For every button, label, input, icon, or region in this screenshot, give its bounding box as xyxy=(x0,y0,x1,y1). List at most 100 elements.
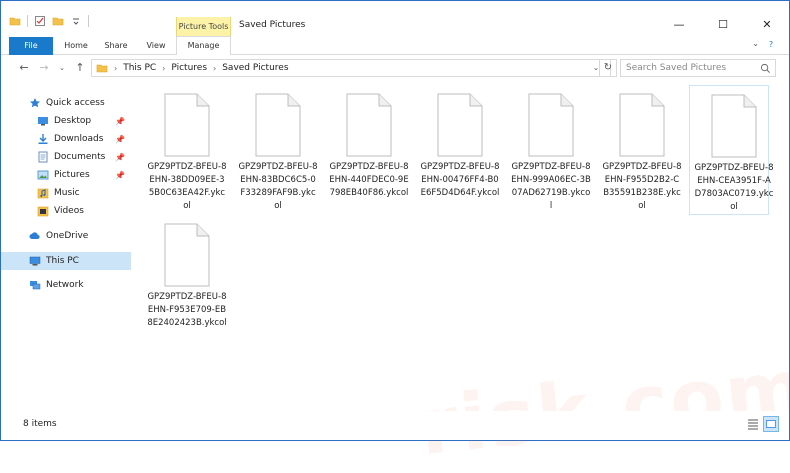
picture-tools-context-tab: Picture Tools xyxy=(176,17,231,37)
file-name: GPZ9PTDZ-BFEU-8EHN-F953E709-EB8E2402423B… xyxy=(147,292,227,328)
quick-access-toolbar xyxy=(9,15,89,27)
minimize-button[interactable]: — xyxy=(657,11,701,37)
videos-icon xyxy=(37,206,49,217)
file-item[interactable]: GPZ9PTDZ-BFEU-8EHN-38DD09EE-35B0C63EA42F… xyxy=(143,85,227,215)
computer-icon xyxy=(29,256,41,266)
pin-icon: 📌 xyxy=(115,134,125,144)
sidebar-item-label: Downloads xyxy=(54,134,104,144)
customize-dropdown-icon[interactable] xyxy=(70,15,82,27)
file-item[interactable]: GPZ9PTDZ-BFEU-8EHN-F955D2B2-CB35591B238E… xyxy=(598,85,682,215)
file-name: GPZ9PTDZ-BFEU-8EHN-999A06EC-3B07AD62719B… xyxy=(511,162,591,211)
file-item[interactable]: GPZ9PTDZ-BFEU-8EHN-999A06EC-3B07AD62719B… xyxy=(507,85,591,215)
file-icon xyxy=(528,93,574,157)
breadcrumb-this-pc[interactable]: This PC xyxy=(123,63,156,73)
ribbon-expand-icon[interactable]: ⌄ xyxy=(752,39,759,48)
file-name: GPZ9PTDZ-BFEU-8EHN-CEA3951F-AD7803AC0719… xyxy=(694,163,774,212)
recent-locations-chevron-icon[interactable]: ⌄ xyxy=(55,61,69,75)
file-name: GPZ9PTDZ-BFEU-8EHN-38DD09EE-35B0C63EA42F… xyxy=(147,162,227,211)
file-item[interactable]: GPZ9PTDZ-BFEU-8EHN-83BDC6C5-0F33289FAF9B… xyxy=(234,85,318,215)
sidebar-item-label: Network xyxy=(46,280,84,290)
forward-arrow-icon[interactable]: → xyxy=(37,61,51,75)
navigation-row: ← → ⌄ ↑ › This PC › Pictures › Saved Pic… xyxy=(1,56,789,80)
file-name: GPZ9PTDZ-BFEU-8EHN-00476FF4-B0E6F5D4D64F… xyxy=(420,162,500,198)
sidebar-item-label: Music xyxy=(54,188,80,198)
file-icon xyxy=(437,93,483,157)
search-input[interactable]: Search Saved Pictures xyxy=(620,59,776,77)
details-view-icon[interactable] xyxy=(745,416,761,432)
explorer-window: Picture Tools Saved Pictures — ☐ ✕ File … xyxy=(0,0,790,473)
sidebar-item-onedrive[interactable]: OneDrive xyxy=(1,227,131,245)
file-name: GPZ9PTDZ-BFEU-8EHN-83BDC6C5-0F33289FAF9B… xyxy=(238,162,318,211)
pin-icon: 📌 xyxy=(115,116,125,126)
item-count: 8 items xyxy=(23,419,57,429)
sidebar-item-label: Desktop xyxy=(54,116,92,126)
toolbar-divider xyxy=(88,15,89,27)
help-icon[interactable]: ? xyxy=(765,39,777,51)
sidebar-item-quick-access[interactable]: Quick access xyxy=(1,94,131,112)
large-icons-view-icon[interactable] xyxy=(763,416,779,432)
close-button[interactable]: ✕ xyxy=(745,11,789,37)
window-controls: — ☐ ✕ xyxy=(657,11,789,37)
back-arrow-icon[interactable]: ← xyxy=(17,61,31,75)
title-bar: Picture Tools Saved Pictures — ☐ ✕ xyxy=(1,1,789,39)
file-item[interactable]: GPZ9PTDZ-BFEU-8EHN-440FDEC0-9E798EB40F86… xyxy=(325,85,409,215)
sidebar-item-music[interactable]: Music xyxy=(1,184,131,202)
up-arrow-icon[interactable]: ↑ xyxy=(73,61,87,75)
new-folder-icon[interactable] xyxy=(52,15,64,27)
tab-manage[interactable]: Manage xyxy=(176,36,231,55)
download-icon xyxy=(38,134,48,144)
sidebar-item-label: Documents xyxy=(54,152,106,162)
sidebar-item-documents[interactable]: Documents 📌 xyxy=(1,148,131,166)
search-icon xyxy=(760,63,770,73)
navigation-pane: Quick access Desktop 📌 Downloads 📌 Docum… xyxy=(1,89,131,404)
toolbar-divider xyxy=(27,15,28,27)
star-icon xyxy=(30,98,40,108)
file-icon xyxy=(255,93,301,157)
sidebar-item-videos[interactable]: Videos xyxy=(1,202,131,220)
maximize-button[interactable]: ☐ xyxy=(701,11,745,37)
tab-file[interactable]: File xyxy=(9,37,53,55)
sidebar-scrollbar[interactable] xyxy=(131,83,139,404)
file-item[interactable]: GPZ9PTDZ-BFEU-8EHN-CEA3951F-AD7803AC0719… xyxy=(689,85,774,215)
status-bar: 8 items xyxy=(1,411,789,440)
file-item[interactable]: GPZ9PTDZ-BFEU-8EHN-00476FF4-B0E6F5D4D64F… xyxy=(416,85,500,215)
pictures-icon xyxy=(37,170,49,180)
sidebar-item-downloads[interactable]: Downloads 📌 xyxy=(1,130,131,148)
refresh-icon[interactable]: ↻ xyxy=(599,59,617,77)
folder-icon[interactable] xyxy=(9,15,21,27)
ribbon-tabs: File Home Share View Manage ⌄ ? xyxy=(1,36,789,55)
breadcrumb-saved-pictures[interactable]: Saved Pictures xyxy=(222,63,288,73)
cloud-icon xyxy=(29,232,40,239)
sidebar-item-desktop[interactable]: Desktop 📌 xyxy=(1,112,131,130)
breadcrumb-pictures[interactable]: Pictures xyxy=(171,63,207,73)
tab-share[interactable]: Share xyxy=(99,37,133,55)
properties-icon[interactable] xyxy=(34,15,46,27)
sidebar-item-label: Pictures xyxy=(54,170,90,180)
file-list: risk.com GPZ9PTDZ-BFEU-8EHN-38DD09EE-35B… xyxy=(139,83,790,473)
sidebar-item-label: Videos xyxy=(54,206,84,216)
sidebar-item-pictures[interactable]: Pictures 📌 xyxy=(1,166,131,184)
file-icon xyxy=(164,223,210,287)
file-name: GPZ9PTDZ-BFEU-8EHN-F955D2B2-CB35591B238E… xyxy=(602,162,682,211)
pin-icon: 📌 xyxy=(115,152,125,162)
tab-home[interactable]: Home xyxy=(59,37,93,55)
desktop-icon xyxy=(38,117,48,126)
file-icon xyxy=(164,93,210,157)
sidebar-item-this-pc[interactable]: This PC xyxy=(1,252,131,270)
search-placeholder: Search Saved Pictures xyxy=(626,63,727,73)
file-name: GPZ9PTDZ-BFEU-8EHN-440FDEC0-9E798EB40F86… xyxy=(329,162,409,198)
sidebar-item-label: Quick access xyxy=(46,98,105,108)
sidebar-item-label: OneDrive xyxy=(46,231,89,241)
breadcrumb-separator: › xyxy=(162,63,166,73)
watermark: risk.com xyxy=(415,342,790,473)
sidebar-item-network[interactable]: Network xyxy=(1,276,131,294)
file-item[interactable]: GPZ9PTDZ-BFEU-8EHN-F953E709-EB8E2402423B… xyxy=(143,215,227,345)
breadcrumb-separator: › xyxy=(213,63,217,73)
network-icon xyxy=(30,281,41,290)
pin-icon: 📌 xyxy=(115,170,125,180)
tab-view[interactable]: View xyxy=(139,37,173,55)
file-icon xyxy=(619,93,665,157)
sidebar-item-label: This PC xyxy=(46,256,79,266)
music-icon xyxy=(37,188,49,199)
address-bar[interactable]: › This PC › Pictures › Saved Pictures xyxy=(91,59,611,77)
